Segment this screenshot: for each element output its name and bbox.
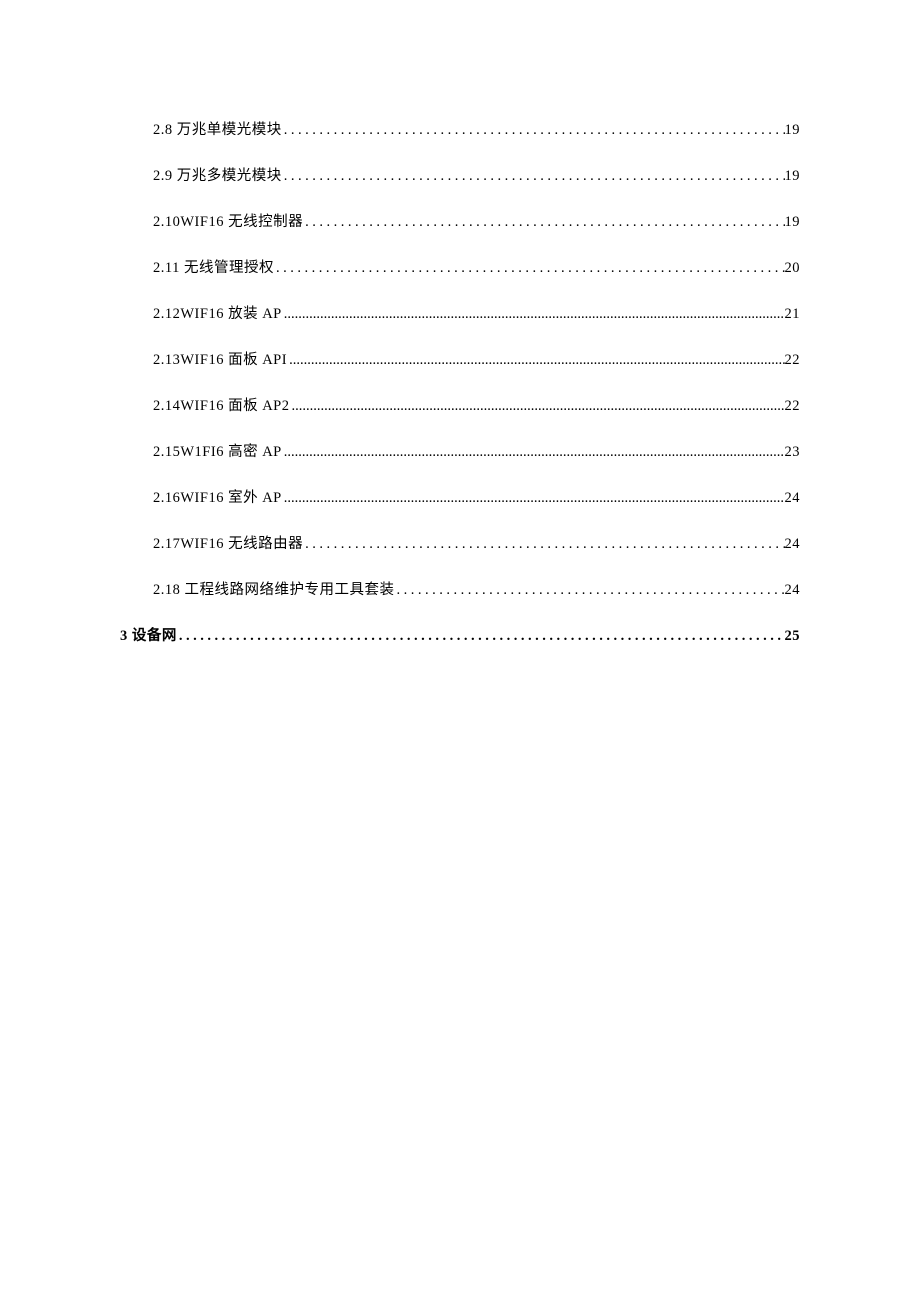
toc-entry-text: 2.13WIF16 面板 API — [153, 348, 287, 369]
toc-entry-text: 2.17WIF16 无线路由器 — [153, 532, 303, 553]
toc-entry: 2.8 万兆单模光模块.............................… — [153, 118, 800, 139]
toc-leader-dots: ........................................… — [395, 582, 785, 599]
toc-entry-text: 2.12WIF16 放装 AP — [153, 302, 282, 323]
toc-leader-dots: ........................................… — [282, 444, 785, 461]
page-content: 2.8 万兆单模光模块.............................… — [0, 0, 920, 645]
toc-leader-dots: ........................................… — [177, 628, 785, 645]
toc-entry: 2.10WIF16 无线控制器.........................… — [153, 210, 800, 231]
toc-entry-text: 2.8 万兆单模光模块 — [153, 118, 282, 139]
toc-entry-text: 2.15W1FI6 高密 AP — [153, 440, 282, 461]
toc-entry-page: 24 — [785, 582, 801, 599]
toc-entry-page: 22 — [785, 398, 801, 415]
toc-entry: 2.17WIF16 无线路由器.........................… — [153, 532, 800, 553]
toc-entry-page: 25 — [785, 628, 801, 645]
toc-entry: 2.12WIF16 放装 AP.........................… — [153, 302, 800, 323]
toc-container: 2.8 万兆单模光模块.............................… — [153, 118, 800, 645]
toc-leader-dots: ........................................… — [282, 168, 785, 185]
toc-leader-dots: ........................................… — [287, 352, 784, 369]
toc-entry-text: 2.16WIF16 室外 AP — [153, 486, 282, 507]
toc-leader-dots: ........................................… — [303, 214, 784, 231]
toc-entry-text: 3 设备网 — [120, 624, 177, 645]
toc-entry-text: 2.9 万兆多模光模块 — [153, 164, 282, 185]
toc-entry: 2.9 万兆多模光模块.............................… — [153, 164, 800, 185]
toc-leader-dots: ........................................… — [282, 306, 785, 323]
toc-leader-dots: ........................................… — [282, 122, 785, 139]
toc-entry-page: 24 — [785, 490, 801, 507]
toc-entry-page: 22 — [785, 352, 801, 369]
toc-entry-page: 23 — [785, 444, 801, 461]
toc-leader-dots: ........................................… — [274, 260, 785, 277]
toc-leader-dots: ........................................… — [282, 490, 785, 507]
toc-entry-page: 19 — [785, 122, 801, 139]
toc-entry-page: 24 — [785, 536, 801, 553]
toc-leader-dots: ........................................… — [290, 398, 785, 415]
toc-entry: 2.14WIF16 面板 AP2........................… — [153, 394, 800, 415]
toc-entry-text: 2.18 工程线路网络维护专用工具套装 — [153, 578, 395, 599]
toc-entry-text: 2.11 无线管理授权 — [153, 256, 274, 277]
toc-entry-page: 19 — [785, 214, 801, 231]
toc-entry-text: 2.10WIF16 无线控制器 — [153, 210, 303, 231]
toc-entry: 2.11 无线管理授权.............................… — [153, 256, 800, 277]
toc-entry: 2.15W1FI6 高密 AP.........................… — [153, 440, 800, 461]
toc-entry: 3 设备网...................................… — [120, 624, 800, 645]
toc-entry: 2.18 工程线路网络维护专用工具套装.....................… — [153, 578, 800, 599]
toc-entry-text: 2.14WIF16 面板 AP2 — [153, 394, 290, 415]
toc-entry-page: 20 — [785, 260, 801, 277]
toc-entry: 2.16WIF16 室外 AP.........................… — [153, 486, 800, 507]
toc-entry: 2.13WIF16 面板 API........................… — [153, 348, 800, 369]
toc-entry-page: 19 — [785, 168, 801, 185]
toc-leader-dots: ........................................… — [303, 536, 784, 553]
toc-entry-page: 21 — [785, 306, 801, 323]
